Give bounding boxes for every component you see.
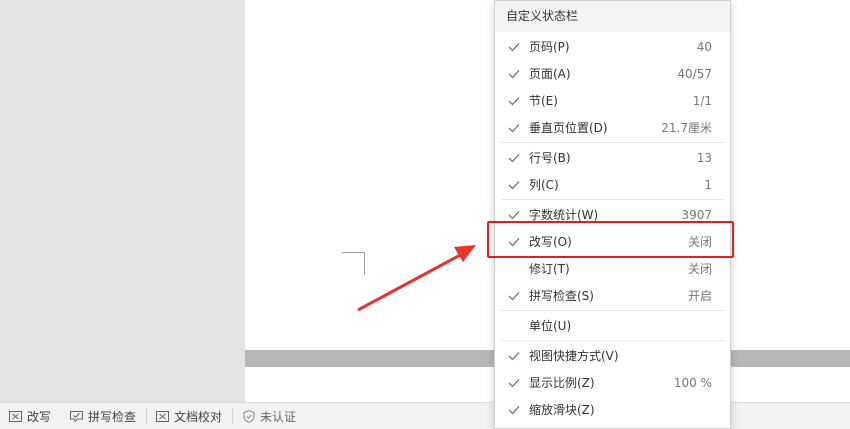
status-spellcheck-label: 拼写检查 bbox=[88, 409, 137, 424]
menu-item-label: 页码(P) bbox=[529, 40, 570, 54]
menu-item-value: 1 bbox=[704, 177, 712, 192]
menu-item-value: 开启 bbox=[687, 289, 712, 303]
check-icon bbox=[499, 210, 529, 220]
menu-item[interactable]: 页面(A) 40/57 bbox=[501, 60, 724, 87]
menu-item-label: 字数统计(W) bbox=[529, 208, 599, 222]
menu-item[interactable]: 视图快捷方式(V) bbox=[501, 342, 724, 369]
menu-item-value: 1/1 bbox=[692, 93, 712, 108]
menu-item-label: 修订(T) bbox=[529, 262, 570, 276]
menu-item-label: 单位(U) bbox=[529, 319, 572, 333]
menu-item-label: 拼写检查(S) bbox=[529, 289, 594, 303]
check-icon bbox=[499, 237, 529, 247]
customize-statusbar-menu: 自定义状态栏 页码(P) 40 页面(A) 40/57 节(E) 1/1 垂直页位置(D) 2… bbox=[494, 0, 731, 429]
check-icon bbox=[499, 180, 529, 190]
menu-item-value: 40 bbox=[696, 39, 712, 54]
status-certification-label: 未认证 bbox=[260, 409, 297, 424]
menu-item-value: 关闭 bbox=[687, 235, 712, 249]
check-icon bbox=[499, 291, 529, 301]
menu-item[interactable]: 行号(B) 13 bbox=[501, 144, 724, 171]
menu-groups: 页码(P) 40 页面(A) 40/57 节(E) 1/1 垂直页位置(D) 21.7厘米行号… bbox=[495, 32, 730, 424]
menu-item-value: 100 % bbox=[673, 375, 712, 390]
menu-item[interactable]: 节(E) 1/1 bbox=[501, 87, 724, 114]
menu-item[interactable]: 显示比例(Z) 100 % bbox=[501, 369, 724, 396]
status-spellcheck[interactable]: 拼写检查 bbox=[61, 403, 146, 429]
menu-item-label: 列(C) bbox=[529, 178, 559, 192]
status-overwrite-label: 改写 bbox=[27, 409, 52, 424]
check-icon bbox=[499, 96, 529, 106]
menu-item-value: 21.7厘米 bbox=[661, 121, 712, 135]
menu-item-label: 视图快捷方式(V) bbox=[529, 349, 619, 363]
check-icon bbox=[499, 123, 529, 133]
shield-icon bbox=[242, 409, 255, 423]
menu-item[interactable]: 改写(O) 关闭 bbox=[501, 228, 724, 255]
menu-item[interactable]: 单位(U) bbox=[501, 312, 724, 339]
margin-corner-mark bbox=[342, 252, 365, 275]
menu-group: 字数统计(W) 3907 改写(O) 关闭 修订(T) 关闭 拼写检查(S) 开启 bbox=[501, 200, 724, 311]
menu-item-label: 垂直页位置(D) bbox=[529, 121, 608, 135]
menu-item-value: 关闭 bbox=[687, 262, 712, 276]
menu-group: 行号(B) 13 列(C) 1 bbox=[501, 143, 724, 200]
menu-item-value: 13 bbox=[696, 150, 712, 165]
check-icon bbox=[499, 351, 529, 361]
status-overwrite[interactable]: 改写 bbox=[0, 403, 61, 429]
menu-item[interactable]: 缩放滑块(Z) bbox=[501, 396, 724, 423]
menu-item[interactable]: 垂直页位置(D) 21.7厘米 bbox=[501, 114, 724, 141]
status-proofread-label: 文档校对 bbox=[174, 409, 223, 424]
menu-item-label: 改写(O) bbox=[529, 235, 572, 249]
check-icon bbox=[499, 405, 529, 415]
check-icon bbox=[499, 42, 529, 52]
status-certification[interactable]: 未认证 bbox=[233, 403, 306, 429]
check-icon bbox=[499, 153, 529, 163]
overwrite-icon bbox=[9, 410, 22, 422]
menu-item[interactable]: 页码(P) 40 bbox=[501, 33, 724, 60]
proofread-icon bbox=[156, 410, 170, 422]
menu-item[interactable]: 修订(T) 关闭 bbox=[501, 255, 724, 282]
menu-title: 自定义状态栏 bbox=[495, 1, 730, 32]
check-icon bbox=[499, 69, 529, 79]
menu-item[interactable]: 拼写检查(S) 开启 bbox=[501, 282, 724, 309]
status-proofread[interactable]: 文档校对 bbox=[147, 403, 232, 429]
spellcheck-icon bbox=[70, 410, 84, 422]
menu-group: 视图快捷方式(V) 显示比例(Z) 100 % 缩放滑块(Z) bbox=[501, 341, 724, 424]
menu-item[interactable]: 列(C) 1 bbox=[501, 171, 724, 198]
menu-item-label: 显示比例(Z) bbox=[529, 376, 595, 390]
menu-item-label: 节(E) bbox=[529, 94, 558, 108]
menu-item[interactable]: 字数统计(W) 3907 bbox=[501, 201, 724, 228]
check-icon bbox=[499, 378, 529, 388]
menu-item-label: 缩放滑块(Z) bbox=[529, 403, 595, 417]
menu-item-label: 行号(B) bbox=[529, 151, 571, 165]
menu-group: 单位(U) bbox=[501, 311, 724, 341]
menu-group: 页码(P) 40 页面(A) 40/57 节(E) 1/1 垂直页位置(D) 21.7厘米 bbox=[501, 32, 724, 143]
menu-item-value: 40/57 bbox=[677, 66, 712, 81]
menu-item-value: 3907 bbox=[681, 207, 712, 222]
menu-item-label: 页面(A) bbox=[529, 67, 571, 81]
